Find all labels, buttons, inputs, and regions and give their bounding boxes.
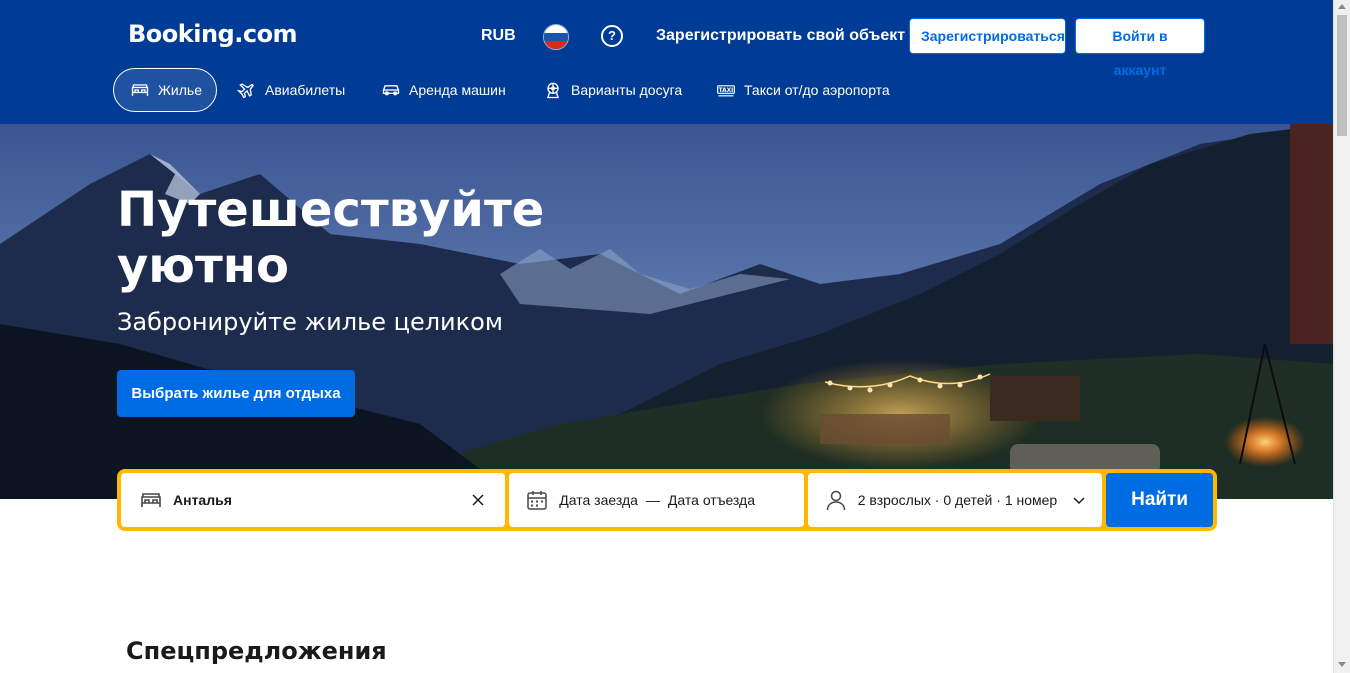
tab-stays-label: Жилье (158, 82, 202, 98)
tab-car-rental[interactable]: Аренда машин (381, 68, 506, 112)
bed-icon (139, 488, 163, 512)
tab-stays[interactable]: Жилье (113, 68, 217, 112)
search-button[interactable]: Найти (1106, 473, 1213, 527)
login-button[interactable]: Войти в аккаунт (1075, 18, 1205, 78)
tab-car-rental-label: Аренда машин (409, 82, 506, 98)
help-icon[interactable]: ? (601, 25, 623, 47)
bed-icon (130, 80, 150, 100)
register-button[interactable]: Зарегистрироваться (909, 18, 1066, 54)
hero-banner: Путешествуйте уютно Забронируйте жилье ц… (0, 124, 1333, 499)
calendar-icon (525, 488, 549, 512)
tab-airport-taxi-label: Такси от/до аэропорта (744, 82, 890, 98)
clear-destination-icon[interactable] (469, 491, 487, 509)
section-title-deals: Спецпредложения (126, 637, 387, 665)
scroll-down-arrow-icon[interactable] (1338, 662, 1346, 667)
checkin-label[interactable]: Дата заезда (559, 492, 638, 508)
scroll-up-arrow-icon[interactable] (1338, 4, 1346, 9)
header: Booking.com RUB ? Зарегистрировать свой … (0, 0, 1333, 124)
tab-airport-taxi[interactable]: TAXI Такси от/до аэропорта (716, 68, 890, 112)
tab-flights[interactable]: Авиабилеты (237, 68, 345, 112)
destination-field[interactable]: Анталья (121, 473, 506, 527)
chevron-down-icon[interactable] (1072, 493, 1086, 507)
hero-subtitle: Забронируйте жилье целиком (117, 308, 503, 336)
russia-flag-icon[interactable] (543, 24, 569, 50)
tab-flights-label: Авиабилеты (265, 82, 346, 98)
plane-icon (237, 80, 257, 100)
product-nav: Жилье Авиабилеты Аренда машин Варианты д… (0, 68, 1333, 112)
date-range-field[interactable]: Дата заезда — Дата отъезда (509, 473, 804, 527)
page-scrollbar[interactable] (1333, 0, 1350, 673)
tab-attractions[interactable]: Варианты досуга (543, 68, 682, 112)
list-property-link[interactable]: Зарегистрировать свой объект (656, 27, 905, 45)
hero-title: Путешествуйте уютно (117, 182, 545, 294)
taxi-icon: TAXI (716, 80, 736, 100)
car-icon (381, 80, 401, 100)
destination-value[interactable]: Анталья (173, 492, 232, 508)
attractions-icon (543, 80, 563, 100)
occupancy-field[interactable]: 2 взрослых · 0 детей · 1 номер (807, 473, 1103, 527)
occupancy-value[interactable]: 2 взрослых · 0 детей · 1 номер (858, 492, 1057, 508)
scroll-thumb[interactable] (1337, 15, 1347, 136)
find-holiday-rental-button[interactable]: Выбрать жилье для отдыха (117, 370, 355, 417)
checkout-label[interactable]: Дата отъезда (668, 492, 755, 508)
person-icon (824, 488, 848, 512)
currency-selector[interactable]: RUB (481, 27, 516, 45)
svg-text:TAXI: TAXI (719, 88, 734, 94)
search-bar: Анталья Дата заезда — Дата отъезда 2 взр… (117, 469, 1217, 531)
tab-attractions-label: Варианты досуга (571, 82, 683, 98)
date-separator: — (645, 492, 660, 508)
booking-logo[interactable]: Booking.com (128, 20, 298, 48)
